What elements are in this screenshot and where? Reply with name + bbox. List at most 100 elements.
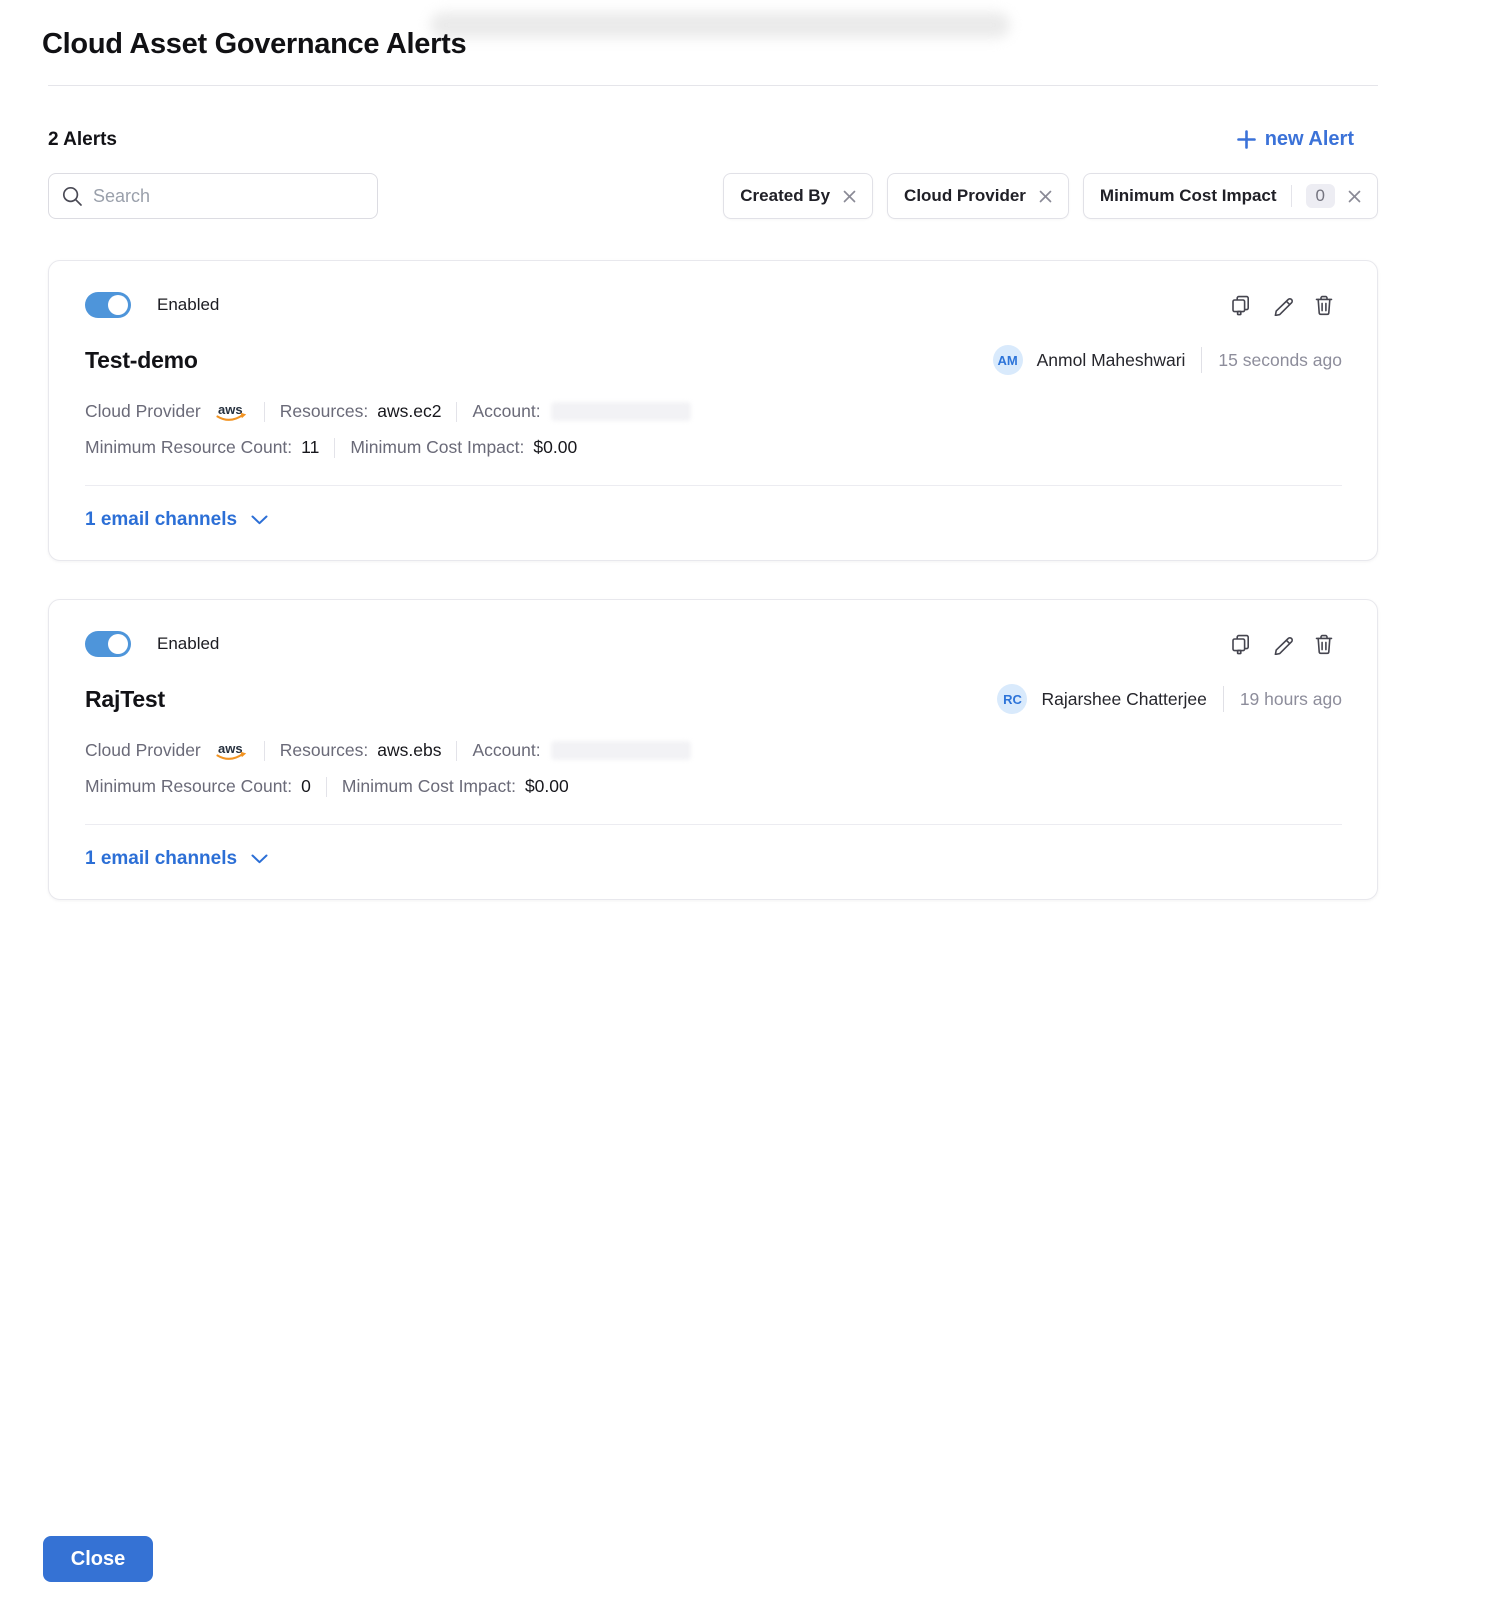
filter-chip-label: Created By [740,186,830,206]
pencil-icon [1272,634,1293,655]
search-icon [62,186,83,207]
alerts-panel: Cloud Asset Governance Alerts 2 Alerts n… [48,28,1378,900]
min-resource-count-value: 0 [301,776,311,797]
min-resource-count-label: Minimum Resource Count: [85,776,292,797]
updated-timestamp: 15 seconds ago [1218,350,1342,371]
filter-chips: Created By Cloud Provider Minimum Cost I… [723,173,1378,219]
card-name-row: RajTest RC Rajarshee Chatterjee 19 hours… [85,684,1342,714]
account-label: Account: [472,740,540,761]
title-divider [48,85,1378,86]
trash-icon [1314,294,1334,316]
remove-filter-icon[interactable] [1348,190,1361,203]
trash-icon [1314,633,1334,655]
alert-details: Cloud Provider aws Resources: aws.ec2 Ac… [85,398,1342,458]
plus-icon [1237,130,1256,149]
author-name: Rajarshee Chatterjee [1041,689,1206,710]
filter-chip-min-cost-impact[interactable]: Minimum Cost Impact 0 [1083,173,1378,219]
card-divider [85,824,1342,825]
enabled-toggle[interactable] [85,292,131,318]
aws-logo-icon: aws [213,401,249,425]
cloud-provider-label: Cloud Provider [85,740,201,761]
min-resource-count-label: Minimum Resource Count: [85,437,292,458]
card-top-row: Enabled [85,292,1342,318]
filter-chip-value-badge: 0 [1306,184,1335,208]
toolbar: 2 Alerts new Alert [48,128,1378,151]
field-divider [326,777,327,797]
details-line-2: Minimum Resource Count: 0 Minimum Cost I… [85,776,1342,797]
min-cost-impact-label: Minimum Cost Impact: [342,776,516,797]
account-value-redacted [551,741,691,760]
enabled-toggle[interactable] [85,631,131,657]
svg-text:aws: aws [218,741,243,756]
delete-alert-button[interactable] [1314,294,1334,316]
svg-text:aws: aws [218,402,243,417]
email-channels-toggle[interactable]: 1 email channels [85,825,268,899]
enabled-toggle-group: Enabled [85,292,219,318]
email-channels-label: 1 email channels [85,848,237,870]
filter-row: Created By Cloud Provider Minimum Cost I… [48,173,1378,219]
account-label: Account: [472,401,540,422]
edit-alert-button[interactable] [1272,634,1293,655]
field-divider [264,741,265,761]
author-group: RC Rajarshee Chatterjee 19 hours ago [997,684,1342,714]
email-channels-label: 1 email channels [85,509,237,531]
remove-filter-icon[interactable] [843,190,856,203]
field-divider [456,741,457,761]
copy-icon [1230,294,1251,316]
resources-label: Resources: [280,740,369,761]
card-name-row: Test-demo AM Anmol Maheshwari 15 seconds… [85,345,1342,375]
filter-chip-label: Minimum Cost Impact [1100,186,1277,206]
card-actions [1230,633,1334,655]
delete-alert-button[interactable] [1314,633,1334,655]
enabled-label: Enabled [157,634,219,654]
new-alert-button[interactable]: new Alert [1237,128,1354,151]
alert-name: RajTest [85,686,165,713]
author-name: Anmol Maheshwari [1037,350,1186,371]
enabled-toggle-group: Enabled [85,631,219,657]
min-cost-impact-value: $0.00 [525,776,569,797]
email-channels-toggle[interactable]: 1 email channels [85,486,268,560]
details-line-1: Cloud Provider aws Resources: aws.ebs Ac… [85,737,1342,764]
author-divider [1201,347,1202,373]
field-divider [334,438,335,458]
duplicate-alert-button[interactable] [1230,294,1251,316]
chevron-down-icon [251,515,268,525]
page-title: Cloud Asset Governance Alerts [42,28,1378,61]
pencil-icon [1272,295,1293,316]
new-alert-label: new Alert [1265,128,1354,151]
alert-details: Cloud Provider aws Resources: aws.ebs Ac… [85,737,1342,797]
filter-chip-cloud-provider[interactable]: Cloud Provider [887,173,1069,219]
resources-value: aws.ebs [377,740,441,761]
updated-timestamp: 19 hours ago [1240,689,1342,710]
search-input[interactable] [48,173,378,219]
field-divider [264,402,265,422]
avatar: AM [993,345,1023,375]
copy-icon [1230,633,1251,655]
resources-value: aws.ec2 [377,401,441,422]
author-group: AM Anmol Maheshwari 15 seconds ago [993,345,1342,375]
remove-filter-icon[interactable] [1039,190,1052,203]
card-top-row: Enabled [85,631,1342,657]
enabled-label: Enabled [157,295,219,315]
filter-chip-created-by[interactable]: Created By [723,173,873,219]
min-resource-count-value: 11 [301,437,319,458]
aws-logo-icon: aws [213,740,249,764]
search-wrap [48,173,378,219]
chevron-down-icon [251,854,268,864]
close-button[interactable]: Close [43,1536,153,1582]
author-divider [1223,686,1224,712]
card-actions [1230,294,1334,316]
cloud-provider-label: Cloud Provider [85,401,201,422]
field-divider [456,402,457,422]
chip-divider [1291,185,1292,207]
details-line-1: Cloud Provider aws Resources: aws.ec2 Ac… [85,398,1342,425]
alerts-count: 2 Alerts [48,129,117,151]
edit-alert-button[interactable] [1272,295,1293,316]
alert-card: Enabled [48,599,1378,900]
alert-card: Enabled [48,260,1378,561]
account-value-redacted [551,402,691,421]
resources-label: Resources: [280,401,369,422]
alert-name: Test-demo [85,347,198,374]
duplicate-alert-button[interactable] [1230,633,1251,655]
details-line-2: Minimum Resource Count: 11 Minimum Cost … [85,437,1342,458]
